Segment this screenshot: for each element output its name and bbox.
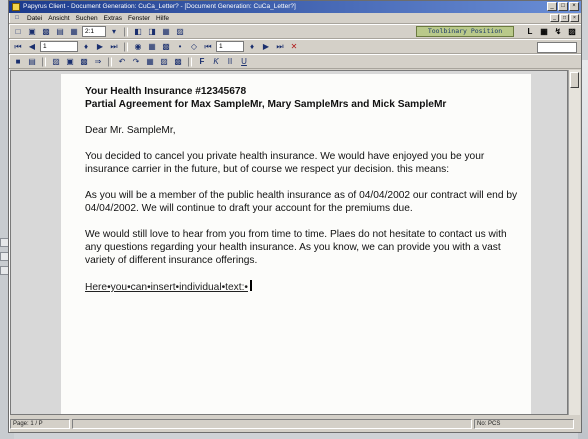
vertical-scrollbar[interactable] — [568, 70, 580, 415]
status-mode: No: PCS — [474, 419, 574, 429]
layout-icon[interactable]: ▨ — [174, 26, 186, 38]
first-section-icon[interactable]: ⏮ — [202, 41, 214, 53]
heading-line-2: Partial Agreement for Max SampleMr, Mary… — [85, 99, 447, 110]
menu-hilfe[interactable]: Hilfe — [156, 13, 169, 23]
document-icon[interactable]: □ — [13, 13, 21, 21]
document-page[interactable]: Your Health Insurance #12345678 Partial … — [61, 74, 531, 414]
lock-icon[interactable]: ◉ — [132, 41, 144, 53]
scrollbar-thumb[interactable] — [570, 72, 579, 88]
navigation-toolbar: ⏮ ◀ 1 ♦ ▶ ⏭ ◉ ▦ ▩ • ◇ ⏮ 1 ♦ ▶ ⏭ ✕ — [9, 39, 581, 54]
save-icon[interactable]: ▩ — [40, 26, 52, 38]
zoom-dropdown-icon[interactable]: ▾ — [108, 26, 120, 38]
title-bar[interactable]: Papyrus Client - Document Generation: Cu… — [9, 1, 581, 13]
image-icon[interactable]: ▩ — [160, 41, 172, 53]
stepper-icon[interactable]: ♦ — [80, 41, 92, 53]
menu-extras[interactable]: Extras — [104, 13, 122, 23]
mdi-close-button[interactable]: × — [570, 14, 579, 22]
minimize-button[interactable]: _ — [547, 2, 557, 11]
status-bar: Page: 1 / P No: PCS — [10, 419, 580, 431]
italic-icon[interactable]: K — [210, 56, 222, 68]
text-cursor — [249, 280, 252, 291]
font-combo[interactable]: Toolbinary Position — [416, 26, 514, 37]
exit-icon[interactable]: ▨ — [567, 26, 577, 37]
next-section-icon[interactable]: ▶ — [260, 41, 272, 53]
next-page-icon[interactable]: ▶ — [94, 41, 106, 53]
heading-line-1: Your Health Insurance #12345678 — [85, 86, 247, 97]
toolbar-separator — [108, 56, 112, 67]
square-icon[interactable]: ■ — [12, 56, 24, 68]
undo-icon[interactable]: ↶ — [116, 56, 128, 68]
paste-icon[interactable]: ◨ — [146, 26, 158, 38]
new-document-icon[interactable]: □ — [12, 26, 24, 38]
menu-bar: □ Datei Ansicht Suchen Extras Fenster Hi… — [9, 13, 581, 24]
link-icon[interactable]: L — [525, 26, 535, 37]
salutation: Dear Mr. SampleMr, — [85, 125, 176, 136]
text-icon[interactable]: • — [174, 41, 186, 53]
copy-icon[interactable]: ◧ — [132, 26, 144, 38]
previous-page-icon[interactable]: ◀ — [26, 41, 38, 53]
insert-text-prompt[interactable]: Here•you•can•insert•individual•text:• — [85, 282, 248, 293]
open-icon[interactable]: ▣ — [64, 56, 76, 68]
print-icon[interactable]: ▤ — [54, 26, 66, 38]
open-folder-icon[interactable]: ▣ — [26, 26, 38, 38]
formatting-toolbar: ■ ▤ ▨ ▣ ▩ ⇒ ↶ ↷ ▦ ▨ ▩ F K II U — [9, 54, 581, 69]
table-icon[interactable]: ▦ — [146, 41, 158, 53]
close-button[interactable]: × — [569, 2, 579, 11]
status-page: Page: 1 / P — [10, 419, 70, 429]
menu-ansicht[interactable]: Ansicht — [48, 13, 69, 23]
toolbar-separator — [124, 41, 128, 52]
save-file-icon[interactable]: ▩ — [78, 56, 90, 68]
find-icon[interactable]: ↯ — [553, 26, 563, 37]
letter-body[interactable]: Your Health Insurance #12345678 Partial … — [85, 85, 525, 294]
toolbar-separator — [124, 26, 128, 37]
zoom-combo[interactable]: 2:1 — [82, 26, 106, 37]
forward-icon[interactable]: ⇒ — [92, 56, 104, 68]
right-combo[interactable] — [537, 42, 577, 53]
last-section-icon[interactable]: ⏭ — [274, 41, 286, 53]
paragraph-2: As you will be a member of the public he… — [85, 190, 518, 214]
bookmark-icon[interactable]: ▦ — [539, 26, 549, 37]
bold-icon[interactable]: F — [196, 56, 208, 68]
menu-fenster[interactable]: Fenster — [128, 13, 150, 23]
grid-icon[interactable]: ▦ — [160, 26, 172, 38]
standard-toolbar: □ ▣ ▩ ▤ ▦ 2:1 ▾ ◧ ◨ ▦ ▨ Toolbinary Posit… — [9, 24, 581, 39]
menu-suchen[interactable]: Suchen — [76, 13, 98, 23]
page-number-field[interactable]: 1 — [40, 41, 78, 52]
picture-icon[interactable]: ▩ — [172, 56, 184, 68]
delete-icon[interactable]: ✕ — [288, 41, 300, 53]
spell-check-icon[interactable]: ▨ — [158, 56, 170, 68]
maximize-button[interactable]: □ — [558, 2, 568, 11]
menu-datei[interactable]: Datei — [27, 13, 42, 23]
mdi-restore-button[interactable]: □ — [560, 14, 569, 22]
section-number-field[interactable]: 1 — [216, 41, 244, 52]
main-window: Papyrus Client - Document Generation: Cu… — [8, 0, 582, 433]
last-page-icon[interactable]: ⏭ — [108, 41, 120, 53]
toolbar-separator — [42, 56, 46, 67]
pause-icon[interactable]: II — [224, 56, 236, 68]
app-icon — [12, 3, 20, 11]
document-area[interactable]: Your Health Insurance #12345678 Partial … — [10, 70, 568, 415]
shape-icon[interactable]: ◇ — [188, 41, 200, 53]
frame-icon[interactable]: ▨ — [50, 56, 62, 68]
status-message — [72, 419, 472, 429]
first-page-icon[interactable]: ⏮ — [12, 41, 24, 53]
section-stepper-icon[interactable]: ♦ — [246, 41, 258, 53]
underline-icon[interactable]: U — [238, 56, 250, 68]
print-preview-icon[interactable]: ▦ — [68, 26, 80, 38]
page-setup-icon[interactable]: ▤ — [26, 56, 38, 68]
window-title: Papyrus Client - Document Generation: Cu… — [23, 3, 296, 10]
mdi-minimize-button[interactable]: _ — [550, 14, 559, 22]
insert-text-line[interactable]: Here•you•can•insert•individual•text:• — [85, 280, 525, 294]
paragraph-3: We would still love to hear from you fro… — [85, 229, 507, 266]
redo-icon[interactable]: ↷ — [130, 56, 142, 68]
toolbar-separator — [188, 56, 192, 67]
paragraph-1: You decided to cancel you private health… — [85, 151, 485, 175]
refresh-icon[interactable]: ▦ — [144, 56, 156, 68]
